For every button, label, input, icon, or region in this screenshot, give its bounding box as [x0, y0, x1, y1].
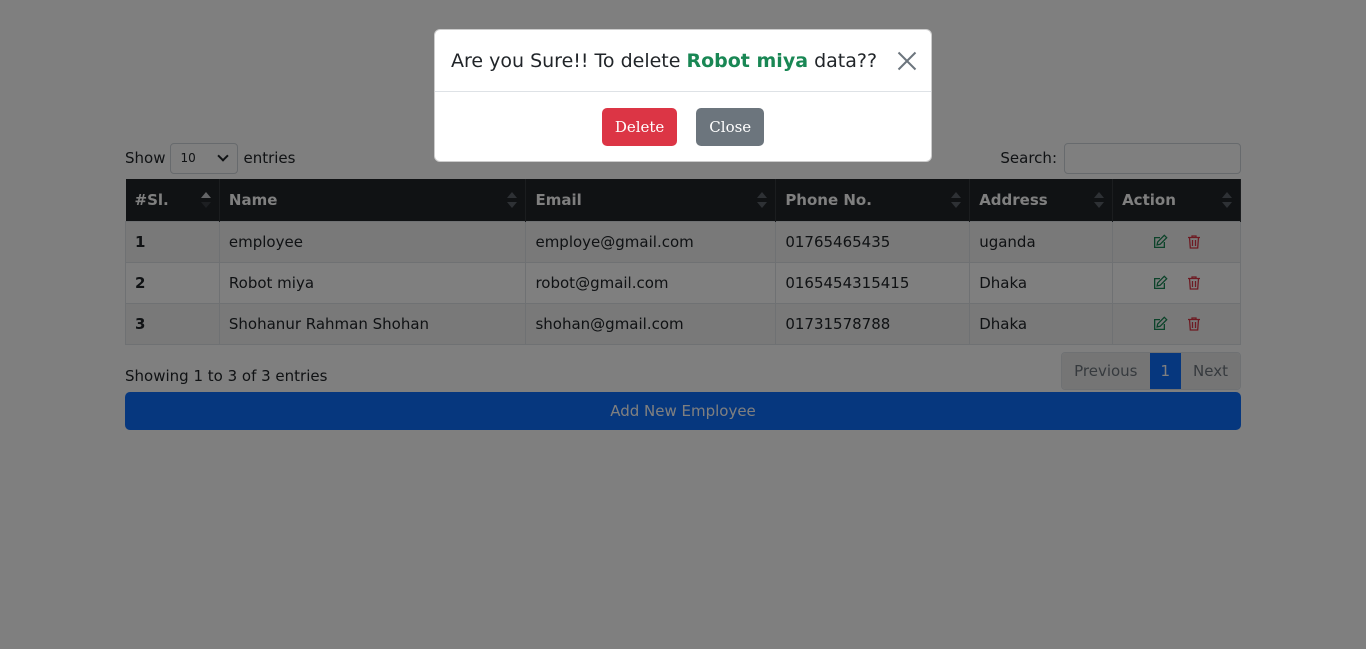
modal-title: Are you Sure!! To delete Robot miya data…	[451, 50, 877, 72]
modal-header: Are you Sure!! To delete Robot miya data…	[435, 30, 931, 92]
delete-confirm-modal: Are you Sure!! To delete Robot miya data…	[434, 29, 932, 162]
delete-button[interactable]: Delete	[601, 108, 678, 146]
modal-title-employee-name: Robot miya	[686, 49, 809, 72]
close-icon[interactable]	[897, 51, 917, 71]
modal-body: Delete Close	[435, 92, 931, 146]
modal-title-prefix: Are you Sure!! To delete	[451, 49, 687, 72]
close-button[interactable]: Close	[696, 108, 765, 146]
modal-title-suffix: data??	[808, 49, 878, 72]
